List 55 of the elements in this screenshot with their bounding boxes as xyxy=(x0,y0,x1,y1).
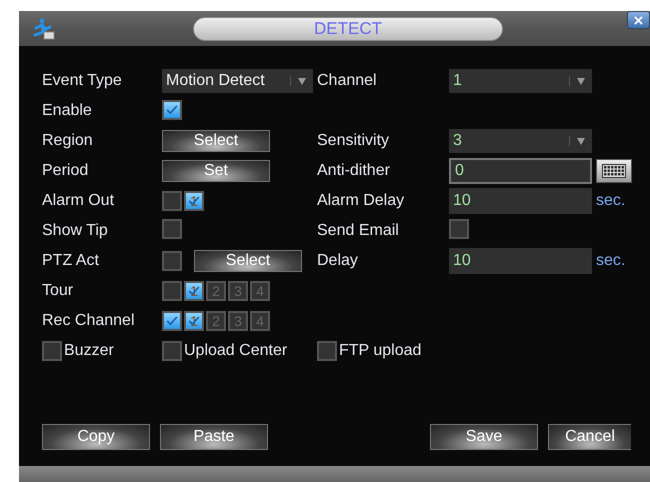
field-label: Delay xyxy=(317,252,359,270)
input-field[interactable]: 0 xyxy=(449,158,592,184)
field-label: Anti-dither xyxy=(317,162,391,180)
checkbox[interactable] xyxy=(449,218,469,238)
action-button[interactable]: Save xyxy=(430,424,538,450)
field-label: Tour xyxy=(42,282,74,300)
option-label: FTP upload xyxy=(339,342,422,360)
checkbox[interactable] xyxy=(162,311,182,331)
field-label: Period xyxy=(42,162,90,180)
action-button[interactable]: Cancel xyxy=(548,424,631,450)
keyboard-button[interactable] xyxy=(596,159,632,183)
field-label: Region xyxy=(42,132,94,150)
dropdown-value: 3 xyxy=(453,132,462,150)
select-button[interactable]: Select xyxy=(194,250,302,272)
checkbox[interactable] xyxy=(317,341,337,361)
checkbox[interactable] xyxy=(162,281,182,301)
unit-label: sec. xyxy=(596,192,626,210)
field-label: Alarm Delay xyxy=(317,192,406,210)
action-button[interactable]: Paste xyxy=(160,424,268,450)
checkbox[interactable] xyxy=(162,191,182,211)
dropdown[interactable]: 1 xyxy=(449,69,592,93)
checkbox[interactable] xyxy=(162,251,182,271)
checkbox[interactable] xyxy=(162,341,182,361)
action-button[interactable]: Copy xyxy=(42,424,150,450)
input-field[interactable]: 10 xyxy=(449,188,592,214)
select-button[interactable]: Select xyxy=(162,130,270,152)
option-label: Buzzer xyxy=(64,342,114,360)
field-label: PTZ Act xyxy=(42,252,100,270)
field-label: Show Tip xyxy=(42,222,109,240)
select-button[interactable]: Set xyxy=(162,160,270,182)
input-field[interactable]: 10 xyxy=(449,248,592,274)
checkbox[interactable] xyxy=(162,100,182,120)
dropdown[interactable]: Motion Detect xyxy=(162,69,313,93)
field-label: Sensitivity xyxy=(317,132,390,150)
dropdown-value: Motion Detect xyxy=(166,72,265,90)
running-figure-icon xyxy=(31,16,55,40)
dropdown[interactable]: 3 xyxy=(449,129,592,153)
dropdown-arrow-icon xyxy=(569,136,586,146)
field-label: Send Email xyxy=(317,222,400,240)
keyboard-icon xyxy=(602,164,626,178)
window-title: DETECT xyxy=(193,17,503,41)
field-label: Alarm Out xyxy=(42,192,116,210)
unit-label: sec. xyxy=(596,252,626,270)
field-label: Rec Channel xyxy=(42,312,136,330)
close-icon xyxy=(634,16,643,24)
dropdown-arrow-icon xyxy=(290,76,307,86)
checkbox[interactable] xyxy=(42,341,62,361)
field-label: Channel xyxy=(317,72,378,90)
dropdown-value: 1 xyxy=(453,72,462,90)
field-label: Enable xyxy=(42,102,93,120)
close-button[interactable] xyxy=(627,11,650,29)
option-label: Upload Center xyxy=(184,342,288,360)
field-label: Event Type xyxy=(42,72,123,90)
dropdown-arrow-icon xyxy=(569,76,586,86)
checkbox[interactable] xyxy=(162,218,182,238)
